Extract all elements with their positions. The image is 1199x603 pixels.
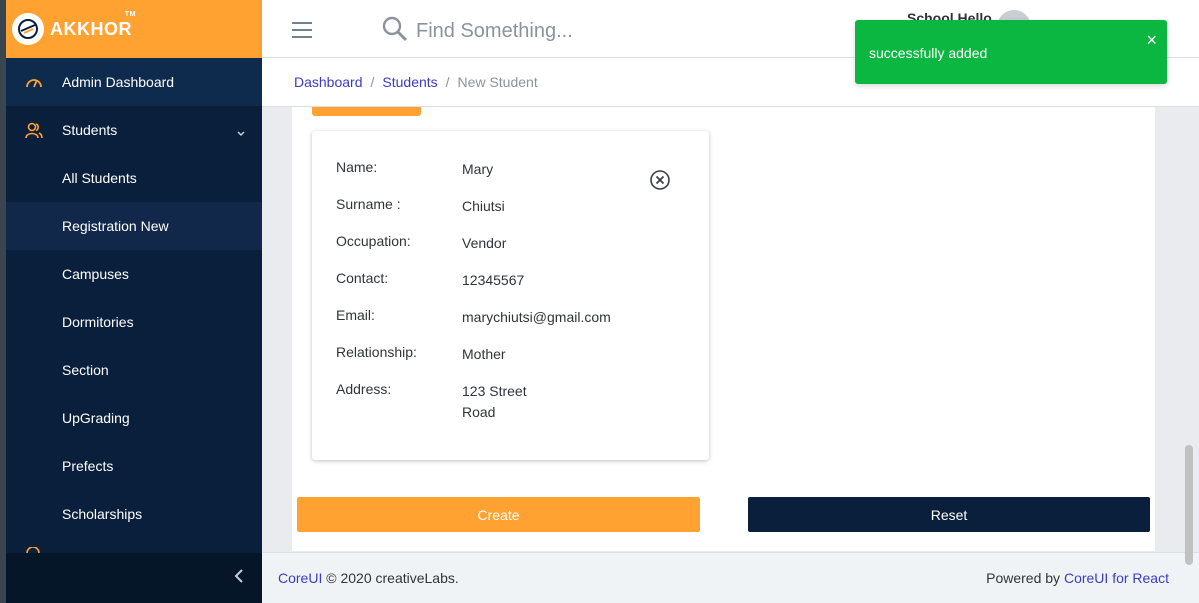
scrollbar[interactable]: [1185, 445, 1193, 565]
copyright-text: © 2020 creativeLabs.: [326, 570, 459, 586]
page-footer: CoreUI © 2020 creativeLabs. Powered by C…: [262, 552, 1199, 603]
address-line-1: 123 Street: [462, 383, 527, 399]
field-label: Name:: [336, 159, 378, 175]
sidebar-item-label: Scholarships: [62, 506, 143, 522]
sidebar-item-campuses[interactable]: Campuses: [6, 250, 262, 298]
field-value: 123 Street Road: [462, 381, 527, 423]
sidebar-item-label: Prefects: [62, 458, 114, 474]
guardian-relationship-row: Relationship: Mother: [336, 344, 506, 365]
field-label: Contact:: [336, 270, 389, 286]
main-form-card: Name: Mary Surname : Chiutsi Occupation:…: [292, 107, 1155, 551]
sidebar-item-label: UpGrading: [62, 410, 130, 426]
guardian-surname-row: Surname : Chiutsi: [336, 196, 505, 217]
trademark-label: TM: [124, 10, 136, 18]
sidebar-item-label: Registration New: [62, 218, 169, 234]
field-value: Mother: [462, 346, 506, 362]
chevron-left-icon: [234, 568, 244, 588]
sidebar-item-label: Students: [62, 122, 118, 138]
brand[interactable]: AKKHOR TM: [6, 0, 262, 58]
coreui-link[interactable]: CoreUI: [278, 570, 322, 586]
sidebar-item-scholarships[interactable]: Scholarships: [6, 490, 262, 538]
guardian-info-card: Name: Mary Surname : Chiutsi Occupation:…: [312, 131, 709, 460]
sidebar-item-partial[interactable]: [6, 533, 262, 553]
search-icon: [382, 16, 408, 47]
field-value: marychiutsi@gmail.com: [462, 309, 611, 325]
breadcrumb-dashboard-link[interactable]: Dashboard: [294, 74, 363, 90]
breadcrumb-students-link[interactable]: Students: [382, 74, 437, 90]
sidebar-minimizer[interactable]: [6, 553, 262, 603]
search-input[interactable]: Find Something...: [416, 20, 573, 43]
sidebar-item-registration-new[interactable]: Registration New: [6, 202, 262, 250]
sidebar-item-section[interactable]: Section: [6, 346, 262, 394]
brand-name: AKKHOR TM: [50, 10, 136, 39]
hamburger-menu-icon[interactable]: [292, 22, 312, 43]
address-line-2: Road: [462, 404, 496, 420]
sidebar-item-students[interactable]: Students: [6, 106, 262, 154]
guardian-name-row: Name: Mary: [336, 159, 493, 180]
sidebar-item-dormitories[interactable]: Dormitories: [6, 298, 262, 346]
speedometer-icon: [6, 74, 62, 90]
sidebar-item-admin-dashboard[interactable]: Admin Dashboard: [6, 58, 262, 106]
users-icon: [6, 121, 62, 139]
close-icon[interactable]: ×: [1146, 30, 1157, 51]
reset-button[interactable]: Reset: [748, 497, 1150, 532]
sidebar-item-upgrading[interactable]: UpGrading: [6, 394, 262, 442]
sidebar-item-all-students[interactable]: All Students: [6, 154, 262, 202]
footer-right: Powered by CoreUI for React: [986, 570, 1169, 586]
breadcrumb-current: New Student: [457, 74, 538, 90]
field-value: Chiutsi: [462, 198, 505, 214]
remove-guardian-icon[interactable]: [649, 169, 671, 196]
field-label: Email:: [336, 307, 375, 323]
sidebar-item-label: Section: [62, 362, 109, 378]
field-value: 12345567: [462, 272, 525, 288]
field-value: Mary: [462, 161, 494, 177]
sidebar-item-label: Dormitories: [62, 314, 134, 330]
powered-by-text: Powered by: [986, 570, 1061, 586]
guardian-contact-row: Contact: 12345567: [336, 270, 524, 291]
breadcrumb-separator: /: [445, 74, 450, 90]
guardian-occupation-row: Occupation: Vendor: [336, 233, 506, 254]
add-guardian-button[interactable]: [312, 107, 421, 116]
sidebar: AKKHOR TM Admin Dashboard Students All St…: [6, 0, 262, 603]
footer-left: CoreUI © 2020 creativeLabs.: [278, 570, 459, 586]
breadcrumb-separator: /: [370, 74, 375, 90]
sidebar-item-prefects[interactable]: Prefects: [6, 442, 262, 490]
logo-icon: [12, 13, 44, 45]
sidebar-item-label: Admin Dashboard: [62, 74, 175, 90]
guardian-email-row: Email: marychiutsi@gmail.com: [336, 307, 611, 328]
field-label: Address:: [336, 381, 392, 397]
create-button[interactable]: Create: [297, 497, 700, 532]
chevron-down-icon: [236, 125, 246, 141]
sidebar-item-label: All Students: [62, 170, 137, 186]
toast-message: successfully added: [869, 45, 988, 61]
field-label: Surname :: [336, 196, 401, 212]
search-box[interactable]: Find Something...: [382, 16, 573, 47]
field-label: Relationship:: [336, 344, 417, 360]
field-label: Occupation:: [336, 233, 411, 249]
coreui-react-link[interactable]: CoreUI for React: [1064, 570, 1169, 586]
success-toast: successfully added ×: [855, 20, 1167, 84]
field-value: Vendor: [462, 235, 507, 251]
sidebar-item-label: Campuses: [62, 266, 129, 282]
guardian-address-row: Address: 123 Street Road: [336, 381, 527, 423]
